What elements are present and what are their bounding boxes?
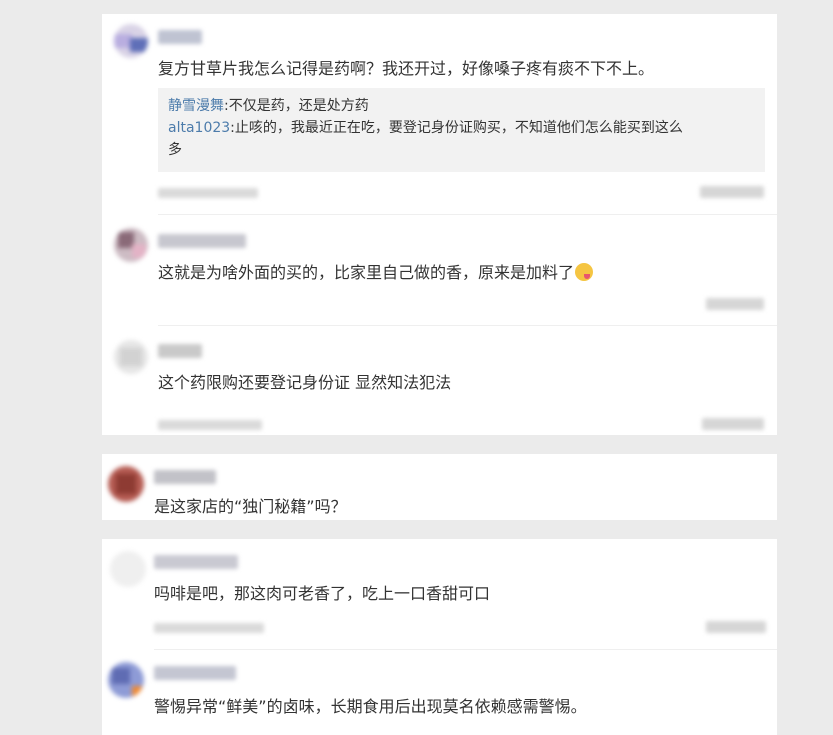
username[interactable] bbox=[154, 470, 216, 484]
timestamp bbox=[158, 188, 258, 198]
drooling-face-emoji bbox=[575, 263, 594, 281]
avatar[interactable] bbox=[108, 662, 144, 698]
avatar[interactable] bbox=[114, 340, 148, 374]
comment-card-2: 是这家店的“独门秘籍”吗？ bbox=[102, 454, 777, 520]
action-buttons[interactable] bbox=[700, 186, 764, 198]
reply-text: 止咳的，我最近正在吃，要登记身份证购买，不知道他们怎么能买到这么 bbox=[234, 120, 683, 136]
comment-card-1: 复方甘草片我怎么记得是药啊？我还开过，好像嗓子疼有痰不下不上。 静雪漫舞:不仅是… bbox=[102, 14, 777, 435]
comment-item: 是这家店的“独门秘籍”吗？ bbox=[102, 454, 777, 520]
action-buttons[interactable] bbox=[706, 621, 766, 633]
comment-item: 这就是为啥外面的买的，比家里自己做的香，原来是加料了 bbox=[102, 216, 777, 326]
username[interactable] bbox=[158, 344, 202, 358]
comment-item: 这个药限购还要登记身份证 显然知法犯法 bbox=[102, 326, 777, 435]
comment-text: 这个药限购还要登记身份证 显然知法犯法 bbox=[158, 373, 452, 392]
comment-text: 这就是为啥外面的买的，比家里自己做的香，原来是加料了 bbox=[158, 262, 594, 284]
comment-text: 吗啡是吧，那这肉可老香了，吃上一口香甜可口 bbox=[154, 584, 491, 603]
username[interactable] bbox=[158, 30, 202, 44]
comment-item: 警惕异常“鲜美”的卤味，长期食用后出现莫名依赖感需警惕。 bbox=[102, 650, 777, 735]
avatar[interactable] bbox=[114, 24, 148, 58]
timestamp bbox=[154, 623, 264, 633]
reply-line: alta1023:止咳的，我最近正在吃，要登记身份证购买，不知道他们怎么能买到这… bbox=[168, 120, 683, 136]
avatar[interactable] bbox=[110, 551, 146, 587]
avatar[interactable] bbox=[114, 228, 148, 262]
timestamp bbox=[158, 420, 262, 430]
reply-username[interactable]: alta1023 bbox=[168, 120, 230, 136]
comment-text: 警惕异常“鲜美”的卤味，长期食用后出现莫名依赖感需警惕。 bbox=[154, 697, 587, 716]
comment-text: 复方甘草片我怎么记得是药啊？我还开过，好像嗓子疼有痰不下不上。 bbox=[158, 59, 655, 78]
comment-text: 是这家店的“独门秘籍”吗？ bbox=[154, 497, 347, 516]
action-buttons[interactable] bbox=[706, 298, 764, 310]
comment-card-3: 吗啡是吧，那这肉可老香了，吃上一口香甜可口 警惕异常“鲜美”的卤味，长期食用后出… bbox=[102, 539, 777, 735]
reply-line: 静雪漫舞:不仅是药，还是处方药 bbox=[168, 98, 369, 114]
avatar[interactable] bbox=[108, 466, 144, 502]
username[interactable] bbox=[154, 666, 236, 680]
username[interactable] bbox=[158, 234, 246, 248]
comment-item: 复方甘草片我怎么记得是药啊？我还开过，好像嗓子疼有痰不下不上。 静雪漫舞:不仅是… bbox=[102, 14, 777, 216]
reply-box: 静雪漫舞:不仅是药，还是处方药 alta1023:止咳的，我最近正在吃，要登记身… bbox=[158, 88, 765, 172]
reply-line: 多 bbox=[168, 139, 755, 161]
comment-item: 吗啡是吧，那这肉可老香了，吃上一口香甜可口 bbox=[102, 539, 777, 649]
reply-username[interactable]: 静雪漫舞 bbox=[168, 98, 224, 114]
username[interactable] bbox=[154, 555, 238, 569]
reply-text: 不仅是药，还是处方药 bbox=[228, 98, 369, 114]
divider bbox=[158, 214, 777, 215]
action-buttons[interactable] bbox=[702, 418, 764, 430]
reply-text: 多 bbox=[168, 142, 182, 158]
